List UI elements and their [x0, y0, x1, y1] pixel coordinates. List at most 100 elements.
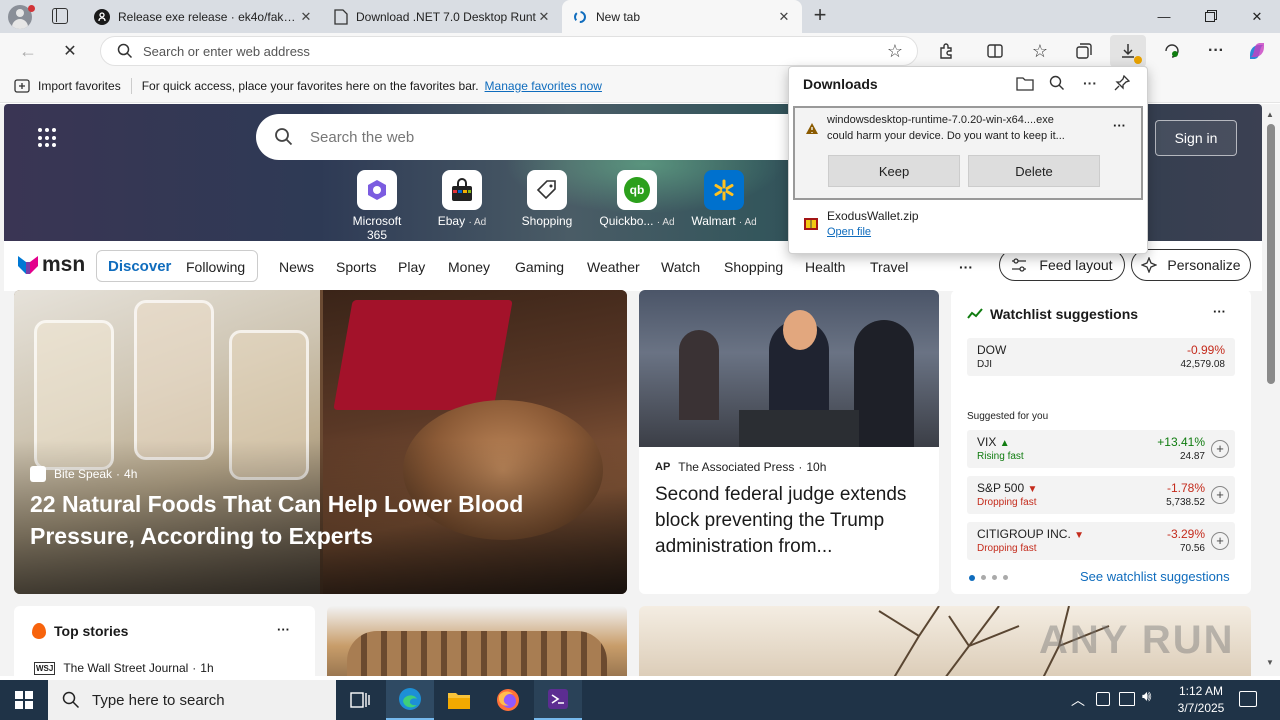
new-tab-plus-icon[interactable]: + — [808, 4, 832, 28]
nav-news[interactable]: News — [279, 259, 314, 275]
tab-github-release[interactable]: Release exe release · ek4o/fake-e ✕ — [84, 0, 324, 33]
see-watchlist-link[interactable]: See watchlist suggestions — [1080, 569, 1230, 584]
quicklink-microsoft365[interactable]: Microsoft 365 — [342, 170, 412, 242]
browser-essentials-icon[interactable] — [1158, 37, 1186, 65]
search-downloads-icon[interactable] — [1045, 75, 1069, 95]
notifications-icon[interactable] — [1239, 691, 1257, 707]
clock-date[interactable]: 3/7/2025 — [1172, 701, 1230, 715]
warning-more-icon[interactable]: ··· — [1113, 118, 1126, 133]
extensions-icon[interactable] — [933, 37, 961, 65]
tab-dotnet-download[interactable]: Download .NET 7.0 Desktop Runt ✕ — [324, 0, 562, 33]
start-button[interactable] — [0, 680, 48, 720]
stop-loading-icon[interactable]: ✕ — [56, 37, 84, 65]
watchlist-more-icon[interactable]: ··· — [1213, 304, 1226, 319]
volume-icon[interactable]: 🔊︎ — [1142, 688, 1151, 705]
open-file-link[interactable]: Open file — [827, 226, 871, 238]
page-icon — [334, 8, 348, 25]
network-icon[interactable] — [1119, 692, 1135, 706]
msn-logo[interactable]: msn — [16, 253, 85, 277]
nav-sports[interactable]: Sports — [336, 259, 376, 275]
visual-studio-icon[interactable] — [534, 680, 582, 720]
task-view-icon[interactable] — [336, 680, 384, 720]
winter-article-card[interactable]: ANY RUN — [639, 606, 1251, 676]
settings-more-icon[interactable]: ··· — [1202, 37, 1230, 65]
quicklink-ebay[interactable]: Ebay · Ad — [427, 170, 497, 228]
page-scrollbar[interactable]: ▲ ▼ — [1262, 104, 1280, 676]
favorite-star-icon[interactable]: ☆ — [887, 41, 903, 62]
tab-strip: Release exe release · ek4o/fake-e ✕ Down… — [0, 0, 1280, 33]
source-name: Bite Speak — [54, 467, 113, 481]
keep-button[interactable]: Keep — [828, 155, 960, 187]
show-hidden-icons-chevron[interactable]: ︿ — [1071, 690, 1085, 710]
nav-money[interactable]: Money — [448, 259, 490, 275]
ebay-bag-icon — [442, 170, 482, 210]
downloads-more-icon[interactable]: ··· — [1078, 75, 1102, 95]
tab-title: Download .NET 7.0 Desktop Runt — [356, 9, 536, 24]
address-bar[interactable]: ☆ — [100, 36, 918, 66]
close-tab-icon[interactable]: ✕ — [776, 9, 792, 25]
favorites-icon[interactable]: ☆ — [1026, 37, 1054, 65]
quicklink-walmart[interactable]: Walmart · Ad — [684, 170, 764, 228]
clock-time[interactable]: 1:12 AM — [1174, 684, 1228, 698]
back-arrow-icon[interactable]: ← — [14, 37, 42, 65]
scroll-down-arrow-icon[interactable]: ▼ — [1266, 658, 1274, 667]
device-icon[interactable] — [1096, 692, 1110, 706]
close-window-icon[interactable]: ✕ — [1234, 0, 1280, 33]
restore-icon[interactable] — [1187, 0, 1233, 33]
firefox-icon[interactable] — [484, 680, 532, 720]
stock-row-dow[interactable]: DOW DJI -0.99% 42,579.08 — [967, 338, 1235, 376]
quicklink-quickbooks[interactable]: qb Quickbo... · Ad — [597, 170, 677, 228]
watchlist-card: Watchlist suggestions ··· DOW DJI -0.99%… — [951, 290, 1251, 594]
scroll-up-arrow-icon[interactable]: ▲ — [1266, 110, 1274, 119]
split-screen-icon[interactable] — [981, 37, 1009, 65]
nav-play[interactable]: Play — [398, 259, 425, 275]
personalize-button[interactable]: Personalize — [1131, 249, 1251, 281]
copilot-icon[interactable] — [1243, 37, 1271, 65]
edge-taskbar-icon[interactable] — [386, 680, 434, 720]
close-tab-icon[interactable]: ✕ — [536, 9, 552, 25]
news-article-card[interactable]: AP The Associated Press · 10h Second fed… — [639, 290, 939, 594]
web-search-box[interactable]: Search the web — [256, 114, 856, 160]
nav-watch[interactable]: Watch — [661, 259, 700, 275]
pin-icon[interactable] — [1110, 74, 1134, 95]
nav-gaming[interactable]: Gaming — [515, 259, 564, 275]
address-input[interactable] — [143, 43, 843, 59]
stock-symbol: DOW — [977, 343, 1007, 357]
stock-row-vix[interactable]: VIX ▲ Rising fast +13.41% 24.87 — [967, 430, 1235, 468]
file-explorer-icon[interactable] — [435, 680, 483, 720]
add-stock-plus-icon[interactable]: + — [1211, 532, 1229, 550]
nav-health[interactable]: Health — [805, 259, 845, 275]
stock-row-citigroup[interactable]: CITIGROUP INC. ▼ Dropping fast -3.29% 70… — [967, 522, 1235, 560]
colosseum-article-card[interactable] — [327, 606, 627, 676]
quicklink-shopping[interactable]: Shopping — [512, 170, 582, 228]
search-icon — [117, 43, 133, 59]
pagination-dots[interactable] — [969, 575, 1008, 581]
open-folder-icon[interactable] — [1013, 75, 1037, 95]
sign-in-button[interactable]: Sign in — [1155, 120, 1237, 156]
stock-trend-icon — [967, 308, 983, 319]
manage-favorites-link[interactable]: Manage favorites now — [485, 79, 602, 93]
stock-row-sp500[interactable]: S&P 500 ▼ Dropping fast -1.78% 5,738.52 — [967, 476, 1235, 514]
import-favorites-button[interactable]: Import favorites — [14, 79, 121, 93]
tab-actions-icon[interactable] — [52, 8, 68, 24]
taskbar-search-box[interactable]: Type here to search — [48, 680, 336, 720]
tab-new-tab[interactable]: New tab ✕ — [562, 0, 802, 33]
nav-travel[interactable]: Travel — [870, 259, 908, 275]
apps-grid-icon[interactable] — [38, 128, 58, 148]
delete-button[interactable]: Delete — [968, 155, 1100, 187]
close-tab-icon[interactable]: ✕ — [298, 9, 314, 25]
collections-icon[interactable] — [1070, 37, 1098, 65]
scroll-thumb[interactable] — [1267, 124, 1275, 384]
featured-article-card[interactable]: Bite Speak · 4h 22 Natural Foods That Ca… — [14, 290, 627, 594]
tab-discover[interactable]: Discover — [108, 258, 171, 275]
top-stories-more-icon[interactable]: ··· — [277, 622, 290, 637]
downloads-icon[interactable] — [1110, 35, 1146, 67]
personalize-label: Personalize — [1167, 257, 1241, 273]
tab-following[interactable]: Following — [186, 259, 245, 275]
minimize-icon[interactable]: — — [1141, 0, 1187, 33]
nav-more-icon[interactable]: ··· — [959, 259, 973, 275]
nav-shopping[interactable]: Shopping — [724, 259, 783, 275]
nav-weather[interactable]: Weather — [587, 259, 640, 275]
add-stock-plus-icon[interactable]: + — [1211, 486, 1229, 504]
add-stock-plus-icon[interactable]: + — [1211, 440, 1229, 458]
